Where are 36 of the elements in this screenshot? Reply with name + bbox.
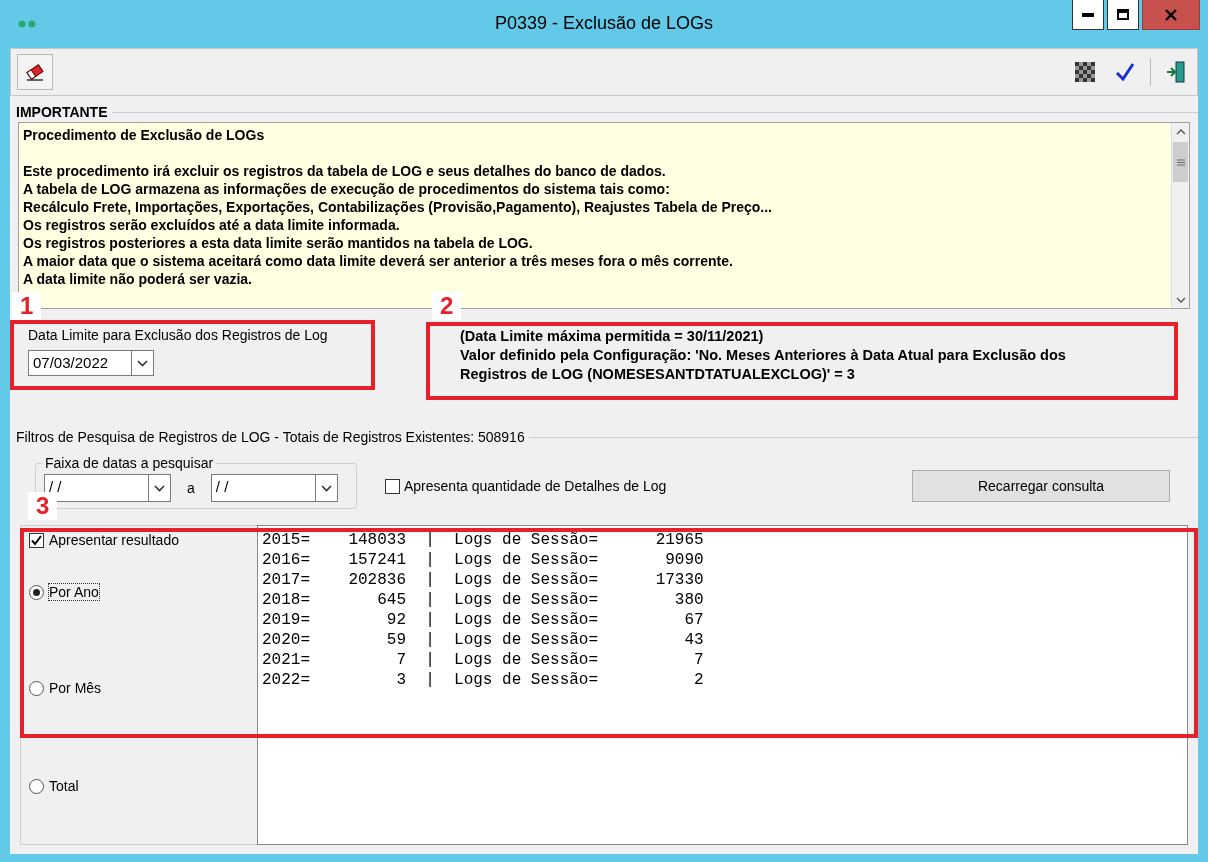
checkbox-label: Apresentar resultado	[49, 532, 179, 548]
info-line: Registros de LOG (NOMESESANTDTATUALEXCLOG)' = 3	[460, 365, 856, 384]
info-line: (Data Limite máxima permitida = 30/11/2021)	[460, 327, 765, 346]
info-line: Valor definido pela Configuração: 'No. Meses Anteriores à Data Atual para Exclusão dos	[460, 346, 1066, 365]
reload-button[interactable]: Recarregar consulta	[912, 470, 1170, 502]
result-line: 2016= 157241 | Logs de Sessão= 9090	[262, 550, 704, 570]
group-title: Faixa de datas a pesquisar	[42, 455, 217, 471]
radio-label: Total	[49, 778, 79, 794]
range-separator: a	[186, 480, 196, 496]
window-title: P0339 - Exclusão de LOGs	[494, 13, 714, 34]
memo-line: A maior data que o sistema aceitará como data limite deverá ser anterior a três meses fora o mês corrente.	[23, 252, 734, 270]
group-title: IMPORTANTE	[16, 104, 108, 120]
result-line: 2018= 645 | Logs de Sessão= 380	[262, 590, 704, 610]
memo-line: A data limite não poderá ser vazia.	[23, 270, 253, 288]
result-line: 2015= 148033 | Logs de Sessão= 21965	[262, 530, 704, 550]
radio-label: Por Ano	[49, 584, 99, 600]
annotation-number: 2	[432, 292, 462, 320]
annotation-number: 3	[28, 492, 58, 520]
memo-heading: Procedimento de Exclusão de LOGs	[23, 126, 266, 144]
result-line: 2022= 3 | Logs de Sessão= 2	[262, 670, 704, 690]
group-title: Filtros de Pesquisa de Registros de LOG - Totais de Registros Existentes: 508916	[16, 429, 525, 445]
result-line: 2019= 92 | Logs de Sessão= 67	[262, 610, 704, 630]
memo-line: Os registros serão excluídos até a data limite informada.	[23, 216, 401, 234]
memo-line: A tabela de LOG armazena as informações de execução de procedimentos do sistema tais como:	[23, 180, 671, 198]
date-field[interactable]: 07/03/2022	[28, 350, 132, 376]
annotation-number: 1	[12, 292, 42, 320]
field-label: Data Limite para Exclusão dos Registros de Log	[28, 327, 329, 343]
memo-line: Recálculo Frete, Importações, Exportações, Contabilizações (Provisão,Pagamento), Reajustes Tabela de Preço...	[23, 198, 773, 216]
result-line: 2020= 59 | Logs de Sessão= 43	[262, 630, 704, 650]
result-line: 2021= 7 | Logs de Sessão= 7	[262, 650, 704, 670]
date-field[interactable]: / /	[210, 474, 316, 502]
memo-line: Este procedimento irá excluir os registros da tabela de LOG e seus detalhes do banco de dados.	[23, 162, 667, 180]
checkbox-label: Apresenta quantidade de Detalhes de Log	[404, 478, 667, 494]
radio-label: Por Mês	[49, 680, 102, 696]
memo-line: Os registros posteriores a esta data limite serão mantidos na tabela de LOG.	[23, 234, 534, 252]
result-line: 2017= 202836 | Logs de Sessão= 17330	[262, 570, 704, 590]
